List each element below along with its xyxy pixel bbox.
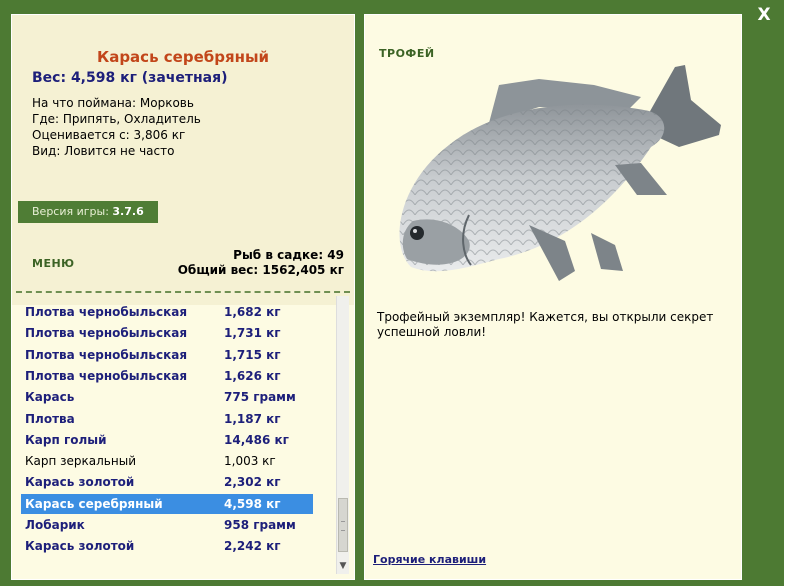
hotkeys-link[interactable]: Горячие клавиши — [373, 553, 486, 566]
catch-row[interactable]: Плотва чернобыльская 1,731 кг — [21, 323, 313, 343]
catch-list: Плотва чернобыльская 1,682 кг Плотва черно… — [18, 294, 336, 574]
version-value: 3.7.6 — [112, 205, 144, 218]
fish-info: Карась серебряный Вес: 4,598 кг (зачетна… — [12, 15, 354, 305]
bait-detail: На что поймана: Морковь — [32, 96, 194, 110]
divider — [16, 291, 350, 293]
catch-fish-weight: 2,242 кг — [224, 539, 281, 554]
window-frame: X Карась серебряный Вес: 4,598 кг (зачет… — [0, 0, 784, 586]
grip-icon — [341, 521, 345, 531]
catch-fish-name: Плотва чернобыльская — [25, 368, 188, 383]
catch-fish-name: Карась — [25, 390, 75, 405]
catch-fish-name: Плотва — [25, 411, 75, 426]
catch-fish-weight: 2,302 кг — [224, 475, 281, 490]
close-button[interactable]: X — [752, 4, 776, 26]
version-label: Версия игры: — [32, 205, 113, 218]
trophy-panel: ТРОФЕЙ Трофейный экземпляр! Кажется, вы … — [364, 14, 742, 580]
catch-row[interactable]: Плотва 1,187 кг — [21, 409, 313, 429]
catch-fish-name: Плотва чернобыльская — [25, 347, 188, 362]
menu-button[interactable]: МЕНЮ — [32, 257, 75, 270]
catch-fish-name: Карп зеркальный — [25, 454, 136, 469]
catch-row[interactable]: Карп зеркальный 1,003 кг — [21, 451, 313, 471]
catch-row[interactable]: Лобарик 958 грамм — [21, 515, 313, 535]
catch-row[interactable]: Карп голый 14,486 кг — [21, 430, 313, 450]
catch-fish-name: Карась серебряный — [25, 496, 163, 511]
scroll-down-arrow-icon[interactable]: ▼ — [337, 558, 349, 574]
catch-fish-weight: 1,187 кг — [224, 411, 281, 426]
catch-fish-weight: 4,598 кг — [224, 496, 281, 511]
catch-panel: Карась серебряный Вес: 4,598 кг (зачетна… — [11, 14, 355, 580]
keepnet-count: Рыб в садке: 49 — [233, 248, 344, 262]
species-detail: Вид: Ловится не часто — [32, 144, 175, 158]
catch-row[interactable]: Плотва чернобыльская 1,715 кг — [21, 345, 313, 365]
catch-fish-name: Карась золотой — [25, 539, 135, 554]
catch-fish-name: Лобарик — [25, 518, 85, 532]
catch-fish-name: Карась золотой — [25, 475, 135, 490]
catch-row[interactable]: Карась 775 грамм — [21, 387, 313, 407]
catch-fish-weight: 1,682 кг — [224, 305, 281, 319]
catch-fish-name: Карп голый — [25, 432, 107, 447]
total-weight: Общий вес: 1562,405 кг — [177, 263, 344, 277]
trophy-description: Трофейный экземпляр! Кажется, вы открыли… — [377, 310, 714, 339]
location-detail: Где: Припять, Охладитель — [32, 112, 201, 126]
catch-row[interactable]: Плотва чернобыльская 1,682 кг — [21, 302, 313, 322]
game-version: Версия игры: 3.7.6 — [18, 201, 158, 223]
catch-fish-weight: 1,626 кг — [224, 368, 281, 383]
list-scrollbar[interactable]: ▼ — [336, 296, 349, 574]
trophy-label: ТРОФЕЙ — [379, 47, 435, 60]
catch-fish-weight: 1,003 кг — [224, 454, 276, 469]
catch-fish-weight: 14,486 кг — [224, 432, 289, 447]
scrollbar-thumb[interactable] — [338, 498, 348, 552]
catch-row[interactable]: Карась золотой 2,302 кг — [21, 472, 313, 492]
catch-row[interactable]: Карась серебряный 4,598 кг — [21, 493, 313, 514]
catch-fish-weight: 775 грамм — [224, 390, 296, 405]
fish-weight: Вес: 4,598 кг (зачетная) — [32, 70, 228, 86]
catch-fish-name: Плотва чернобыльская — [25, 326, 188, 341]
fish-title: Карась серебряный — [96, 48, 270, 66]
fish-image — [399, 65, 721, 281]
catch-row[interactable]: Плотва чернобыльская 1,626 кг — [21, 366, 313, 386]
catch-fish-name: Плотва чернобыльская — [25, 305, 188, 319]
catch-row[interactable]: Карась золотой 2,242 кг — [21, 536, 313, 556]
catch-fish-weight: 1,715 кг — [224, 347, 281, 362]
rating-detail: Оценивается с: 3,806 кг — [32, 128, 186, 142]
catch-fish-weight: 958 грамм — [224, 518, 296, 532]
catch-fish-weight: 1,731 кг — [224, 326, 281, 341]
